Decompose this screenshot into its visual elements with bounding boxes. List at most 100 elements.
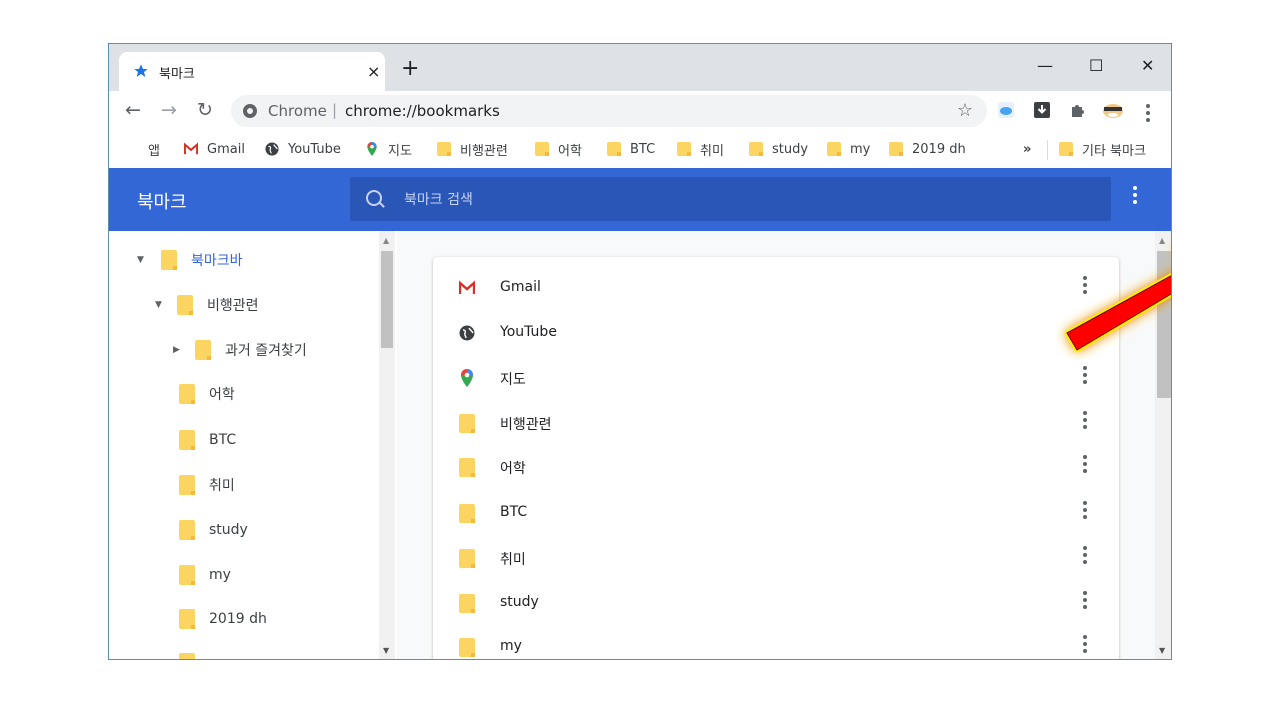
chrome-menu-icon[interactable] — [1146, 104, 1150, 122]
list-item[interactable]: my — [433, 624, 1119, 659]
item-more-icon[interactable] — [1083, 501, 1087, 519]
tree-item-bookmarks-bar[interactable]: ▼ 북마크바 — [137, 250, 243, 270]
item-more-icon[interactable] — [1083, 546, 1087, 564]
bookmark-folder-flight[interactable]: 비행관련 — [437, 139, 508, 159]
window-close-button[interactable]: ✕ — [1141, 56, 1154, 75]
tree-item-2019dh[interactable]: 2019 dh — [179, 609, 267, 629]
item-more-icon[interactable] — [1083, 635, 1087, 653]
item-more-icon[interactable] — [1083, 591, 1087, 609]
bookmark-apps[interactable]: 앱 — [125, 139, 160, 159]
profile-avatar-icon[interactable] — [1101, 100, 1125, 120]
list-item[interactable]: 비행관련 — [433, 400, 1119, 445]
bookmark-folder-study[interactable]: study — [749, 139, 808, 159]
folder-icon — [677, 142, 691, 156]
bookmark-gmail[interactable]: Gmail — [184, 139, 245, 159]
folder-tree: ▼ 북마크바 ▼ 비행관련 ▶ 과거 즐겨찾기 어학 BTC 취미 study … — [109, 231, 397, 659]
bookmarks-header: 북마크 — [109, 168, 1171, 231]
url-text[interactable]: chrome://bookmarks — [345, 102, 500, 120]
scroll-down-arrow-icon[interactable]: ▼ — [383, 646, 389, 655]
search-icon — [366, 190, 382, 206]
collapse-arrow-icon[interactable]: ▶ — [173, 345, 185, 355]
tab-bookmarks[interactable]: 북마크 × — [119, 52, 385, 91]
star-icon — [134, 64, 148, 77]
item-more-icon[interactable] — [1083, 455, 1087, 473]
tree-item-study[interactable]: study — [179, 520, 248, 540]
list-item[interactable]: study — [433, 580, 1119, 625]
expand-arrow-icon[interactable]: ▼ — [155, 300, 167, 310]
list-item[interactable]: BTC — [433, 490, 1119, 535]
tab-close-button[interactable]: × — [367, 62, 380, 81]
tree-item-flight[interactable]: ▼ 비행관련 — [155, 295, 259, 315]
scroll-down-arrow-icon[interactable]: ▼ — [1159, 646, 1165, 655]
folder-icon — [179, 653, 195, 659]
browser-window: 북마크 × + — ☐ ✕ ← → ↻ Chrome | chrome://bo… — [108, 43, 1172, 660]
item-more-icon[interactable] — [1083, 411, 1087, 429]
folder-icon — [459, 414, 475, 433]
folder-open-icon — [161, 250, 177, 270]
search-input[interactable] — [402, 188, 1086, 212]
globe-icon — [459, 325, 475, 341]
list-item[interactable]: 취미 — [433, 535, 1119, 580]
folder-icon — [535, 142, 549, 156]
new-tab-button[interactable]: + — [401, 58, 419, 80]
tree-item-btc[interactable]: BTC — [179, 430, 236, 450]
folder-icon — [179, 565, 195, 585]
folder-icon — [459, 638, 475, 657]
organize-menu-icon[interactable] — [1127, 186, 1143, 210]
bookmark-youtube[interactable]: YouTube — [265, 139, 341, 159]
tab-strip: 북마크 × + — ☐ ✕ — [109, 44, 1171, 91]
list-item[interactable]: 지도 — [433, 355, 1119, 400]
bookmark-search[interactable] — [350, 177, 1111, 221]
folder-icon — [179, 520, 195, 540]
bookmark-maps[interactable]: 지도 — [365, 139, 412, 159]
gmail-icon — [184, 142, 198, 155]
folder-icon — [179, 384, 195, 404]
cloud-extension-icon[interactable] — [997, 101, 1015, 119]
folder-icon — [179, 475, 195, 495]
folder-icon — [179, 430, 195, 450]
tree-item-language[interactable]: 어학 — [179, 384, 235, 404]
folder-icon — [827, 142, 841, 156]
list-item[interactable]: 어학 — [433, 444, 1119, 489]
item-more-icon[interactable] — [1083, 321, 1087, 339]
globe-icon — [265, 142, 279, 156]
folder-icon — [749, 142, 763, 156]
bookmark-star-icon[interactable]: ☆ — [957, 100, 973, 121]
bookmark-folder-btc[interactable]: BTC — [607, 139, 655, 159]
item-more-icon[interactable] — [1083, 276, 1087, 294]
tree-item-hobby[interactable]: 취미 — [179, 475, 235, 495]
main-scrollbar-thumb[interactable] — [1157, 251, 1171, 398]
forward-button[interactable]: → — [161, 99, 177, 121]
puzzle-extension-icon[interactable] — [1069, 101, 1087, 119]
sidebar-scrollbar-thumb[interactable] — [381, 251, 393, 348]
maximize-button[interactable]: ☐ — [1089, 56, 1103, 75]
expand-arrow-icon[interactable]: ▼ — [137, 255, 149, 265]
folder-icon — [179, 609, 195, 629]
bookmark-folder-my[interactable]: my — [827, 139, 870, 159]
scroll-up-arrow-icon[interactable]: ▲ — [383, 236, 389, 245]
download-extension-icon[interactable] — [1033, 101, 1051, 119]
bookmark-folder-hobby[interactable]: 취미 — [677, 139, 724, 159]
list-item[interactable]: Gmail — [433, 265, 1119, 310]
minimize-button[interactable]: — — [1037, 56, 1053, 75]
gmail-icon — [459, 280, 475, 294]
bookmark-overflow-button[interactable]: » — [1023, 139, 1031, 159]
bookmarks-bar: 앱 Gmail YouTube 지도 비행관련 어학 BTC 취미 study … — [109, 131, 1171, 168]
bookmark-list-card: Gmail YouTube 지도 비행관련 어학 BTC 취미 study my — [433, 257, 1119, 659]
other-bookmarks[interactable]: 기타 북마크 — [1059, 139, 1146, 159]
folder-icon — [437, 142, 451, 156]
tree-item-my[interactable]: my — [179, 565, 231, 585]
folder-icon — [459, 549, 475, 568]
bookmark-folder-2019dh[interactable]: 2019 dh — [889, 139, 966, 159]
scroll-up-arrow-icon[interactable]: ▲ — [1159, 236, 1165, 245]
item-more-icon[interactable] — [1083, 366, 1087, 384]
folder-icon — [459, 594, 475, 613]
reload-button[interactable]: ↻ — [197, 99, 213, 121]
address-bar[interactable]: Chrome | chrome://bookmarks ☆ — [231, 95, 987, 127]
list-item[interactable]: YouTube — [433, 310, 1119, 355]
back-button[interactable]: ← — [125, 99, 141, 121]
toolbar: ← → ↻ Chrome | chrome://bookmarks ☆ — [109, 91, 1171, 131]
folder-icon — [459, 458, 475, 477]
tree-item-past-favorites[interactable]: ▶ 과거 즐겨찾기 — [173, 340, 307, 360]
bookmark-folder-language[interactable]: 어학 — [535, 139, 582, 159]
